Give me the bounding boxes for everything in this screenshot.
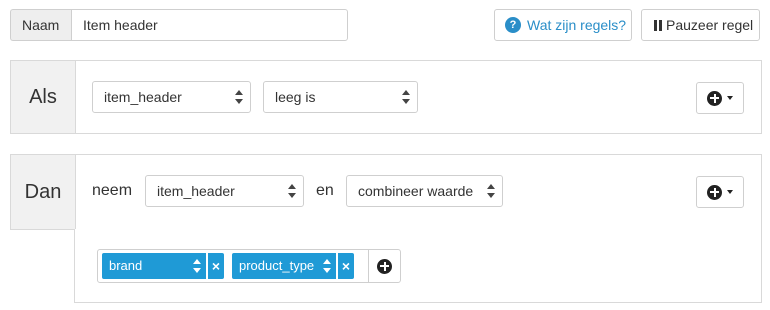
remove-tag-button[interactable]: × (337, 253, 354, 279)
tag-label: brand (109, 258, 143, 273)
combine-values-panel: brand × product_type × (74, 229, 762, 303)
action-connector: en (316, 182, 334, 199)
select-arrows-icon (288, 184, 296, 198)
question-circle-icon: ? (505, 17, 521, 33)
add-condition-button[interactable] (696, 82, 744, 114)
pause-icon (654, 19, 662, 31)
pause-rule-label: Pauzeer regel (666, 17, 754, 33)
value-tags-box: brand × product_type × (97, 249, 401, 283)
name-label: Naam (10, 9, 71, 41)
action-method-value: combineer waarde (358, 183, 474, 199)
action-verb: neem (92, 182, 133, 199)
select-arrows-icon (235, 90, 243, 104)
tag-select[interactable]: brand (102, 253, 206, 279)
action-field-select[interactable]: item_header (145, 175, 304, 207)
select-arrows-icon (487, 184, 495, 198)
condition-field-select[interactable]: item_header (92, 81, 251, 113)
name-input[interactable]: Item header (71, 9, 348, 41)
condition-panel-label: Als (11, 61, 76, 133)
name-field-group: Naam Item header (10, 9, 348, 41)
select-arrows-icon (193, 259, 201, 273)
select-arrows-icon (402, 90, 410, 104)
pause-rule-button[interactable]: Pauzeer regel (641, 9, 760, 41)
condition-field-value: item_header (104, 89, 182, 105)
plus-circle-icon (707, 184, 722, 200)
condition-operator-select[interactable]: leeg is (263, 81, 418, 113)
select-arrows-icon (323, 259, 331, 273)
plus-circle-icon (377, 258, 392, 274)
add-value-button[interactable] (368, 250, 400, 282)
remove-tag-button[interactable]: × (207, 253, 224, 279)
caret-down-icon (727, 96, 733, 100)
action-field-value: item_header (157, 183, 235, 199)
tag-select[interactable]: product_type (232, 253, 336, 279)
help-rules-label: Wat zijn regels? (527, 17, 627, 33)
caret-down-icon (727, 190, 733, 194)
add-action-button[interactable] (696, 176, 744, 208)
action-panel: Dan neem item_header en combineer waarde (10, 154, 762, 230)
help-rules-button[interactable]: ? Wat zijn regels? (494, 9, 632, 41)
tag-label: product_type (239, 258, 315, 273)
condition-panel: Als item_header leeg is (10, 60, 762, 134)
plus-circle-icon (707, 90, 722, 106)
action-panel-label: Dan (11, 155, 76, 229)
action-method-select[interactable]: combineer waarde (346, 175, 503, 207)
condition-operator-value: leeg is (275, 89, 316, 105)
